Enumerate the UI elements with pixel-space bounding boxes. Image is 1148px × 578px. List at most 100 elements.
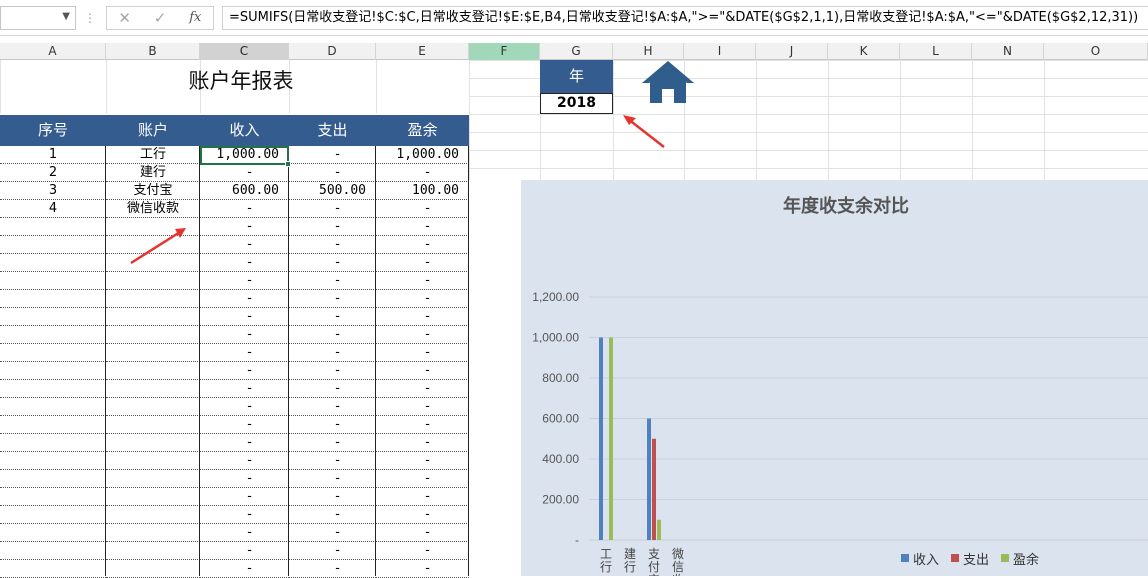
table-cell-no[interactable] xyxy=(0,506,106,524)
table-cell-no[interactable] xyxy=(0,542,106,560)
table-cell-account[interactable] xyxy=(106,524,200,542)
table-cell-surplus[interactable]: - xyxy=(376,524,469,542)
table-cell-no[interactable] xyxy=(0,488,106,506)
table-cell-account[interactable]: 支付宝 xyxy=(106,182,200,200)
table-cell-surplus[interactable]: - xyxy=(376,218,469,236)
column-header-g[interactable]: G xyxy=(540,43,613,60)
table-cell-expense[interactable]: - xyxy=(289,308,376,326)
table-cell-surplus[interactable]: - xyxy=(376,272,469,290)
column-header-a[interactable]: A xyxy=(0,43,106,60)
table-cell-no[interactable]: 3 xyxy=(0,182,106,200)
table-cell-surplus[interactable]: - xyxy=(376,254,469,272)
table-cell-expense[interactable]: - xyxy=(289,362,376,380)
table-cell-no[interactable] xyxy=(0,416,106,434)
table-cell-expense[interactable]: 500.00 xyxy=(289,182,376,200)
table-cell-expense[interactable]: - xyxy=(289,236,376,254)
table-cell-no[interactable] xyxy=(0,344,106,362)
table-cell-surplus[interactable]: - xyxy=(376,470,469,488)
table-cell-account[interactable]: 工行 xyxy=(106,146,200,164)
table-cell-account[interactable] xyxy=(106,452,200,470)
table-cell-income[interactable]: - xyxy=(200,344,289,362)
table-cell-no[interactable] xyxy=(0,272,106,290)
formula-input[interactable]: =SUMIFS(日常收支登记!$C:$C,日常收支登记!$E:$E,B4,日常收… xyxy=(222,6,1148,30)
table-cell-income[interactable]: - xyxy=(200,560,289,578)
table-cell-expense[interactable]: - xyxy=(289,146,376,164)
table-cell-surplus[interactable]: - xyxy=(376,434,469,452)
table-cell-surplus[interactable]: - xyxy=(376,416,469,434)
table-cell-income[interactable]: - xyxy=(200,254,289,272)
table-cell-no[interactable] xyxy=(0,398,106,416)
sheet-grid[interactable]: 账户年报表 序号 账户 收入 支出 盈余 年 2018 1 工行 1,000.00-… xyxy=(0,57,1148,578)
table-cell-account[interactable] xyxy=(106,398,200,416)
name-box[interactable]: ▼ xyxy=(0,6,76,30)
table-cell-surplus[interactable]: - xyxy=(376,362,469,380)
table-cell-no[interactable] xyxy=(0,290,106,308)
chevron-down-icon[interactable]: ▼ xyxy=(62,11,70,22)
table-cell-surplus[interactable]: - xyxy=(376,290,469,308)
table-cell-surplus[interactable]: - xyxy=(376,398,469,416)
table-cell-surplus[interactable]: - xyxy=(376,326,469,344)
table-cell-income[interactable]: - xyxy=(200,398,289,416)
table-cell-income[interactable]: - xyxy=(200,380,289,398)
column-header-o[interactable]: O xyxy=(1044,43,1148,60)
table-cell-income[interactable]: - xyxy=(200,362,289,380)
table-cell-surplus[interactable]: - xyxy=(376,488,469,506)
table-cell-surplus[interactable]: 100.00 xyxy=(376,182,469,200)
table-cell-expense[interactable]: - xyxy=(289,272,376,290)
table-cell-account[interactable] xyxy=(106,542,200,560)
table-cell-expense[interactable]: - xyxy=(289,416,376,434)
table-cell-no[interactable] xyxy=(0,236,106,254)
table-cell-income[interactable]: - xyxy=(200,326,289,344)
table-cell-no[interactable] xyxy=(0,380,106,398)
table-cell-income[interactable]: - xyxy=(200,164,289,182)
table-cell-account[interactable] xyxy=(106,272,200,290)
selected-cell[interactable] xyxy=(200,146,289,165)
table-cell-expense[interactable]: - xyxy=(289,560,376,578)
table-cell-no[interactable] xyxy=(0,326,106,344)
column-header-n[interactable]: N xyxy=(972,43,1044,60)
table-cell-no[interactable] xyxy=(0,560,106,578)
table-cell-income[interactable]: - xyxy=(200,308,289,326)
table-cell-surplus[interactable]: - xyxy=(376,506,469,524)
enter-icon[interactable]: ✓ xyxy=(142,7,177,29)
table-cell-no[interactable] xyxy=(0,218,106,236)
table-cell-no[interactable]: 4 xyxy=(0,200,106,218)
table-cell-surplus[interactable]: - xyxy=(376,560,469,578)
table-cell-no[interactable] xyxy=(0,470,106,488)
home-icon[interactable] xyxy=(638,57,698,107)
table-cell-account[interactable] xyxy=(106,470,200,488)
column-header-d[interactable]: D xyxy=(289,43,376,60)
table-cell-expense[interactable]: - xyxy=(289,344,376,362)
table-cell-income[interactable]: - xyxy=(200,488,289,506)
table-cell-expense[interactable]: - xyxy=(289,524,376,542)
table-cell-surplus[interactable]: 1,000.00 xyxy=(376,146,469,164)
table-cell-account[interactable]: 建行 xyxy=(106,164,200,182)
fill-handle[interactable] xyxy=(285,161,291,167)
insert-function-button[interactable]: fx xyxy=(178,7,213,29)
table-cell-surplus[interactable]: - xyxy=(376,542,469,560)
table-cell-expense[interactable]: - xyxy=(289,470,376,488)
table-cell-account[interactable] xyxy=(106,488,200,506)
bar-chart[interactable]: - 200.00 400.00 600.00 800.00 1,000.00 1,200.0… xyxy=(521,180,1148,576)
column-header-c[interactable]: C xyxy=(200,43,289,60)
year-value[interactable]: 2018 xyxy=(540,93,613,114)
column-header-j[interactable]: J xyxy=(756,43,828,60)
table-cell-surplus[interactable]: - xyxy=(376,380,469,398)
column-header-e[interactable]: E xyxy=(376,43,469,60)
table-cell-income[interactable]: - xyxy=(200,542,289,560)
table-cell-account[interactable] xyxy=(106,326,200,344)
column-header-f[interactable]: F xyxy=(469,43,540,60)
table-cell-account[interactable] xyxy=(106,344,200,362)
table-cell-expense[interactable]: - xyxy=(289,200,376,218)
table-cell-account[interactable] xyxy=(106,434,200,452)
table-cell-no[interactable]: 2 xyxy=(0,164,106,182)
table-cell-expense[interactable]: - xyxy=(289,326,376,344)
table-cell-income[interactable]: - xyxy=(200,506,289,524)
cancel-icon[interactable]: ✕ xyxy=(107,7,142,29)
table-cell-account[interactable] xyxy=(106,362,200,380)
table-cell-account[interactable] xyxy=(106,506,200,524)
table-cell-expense[interactable]: - xyxy=(289,488,376,506)
table-cell-account[interactable] xyxy=(106,308,200,326)
table-cell-income[interactable]: - xyxy=(200,434,289,452)
table-cell-expense[interactable]: - xyxy=(289,290,376,308)
